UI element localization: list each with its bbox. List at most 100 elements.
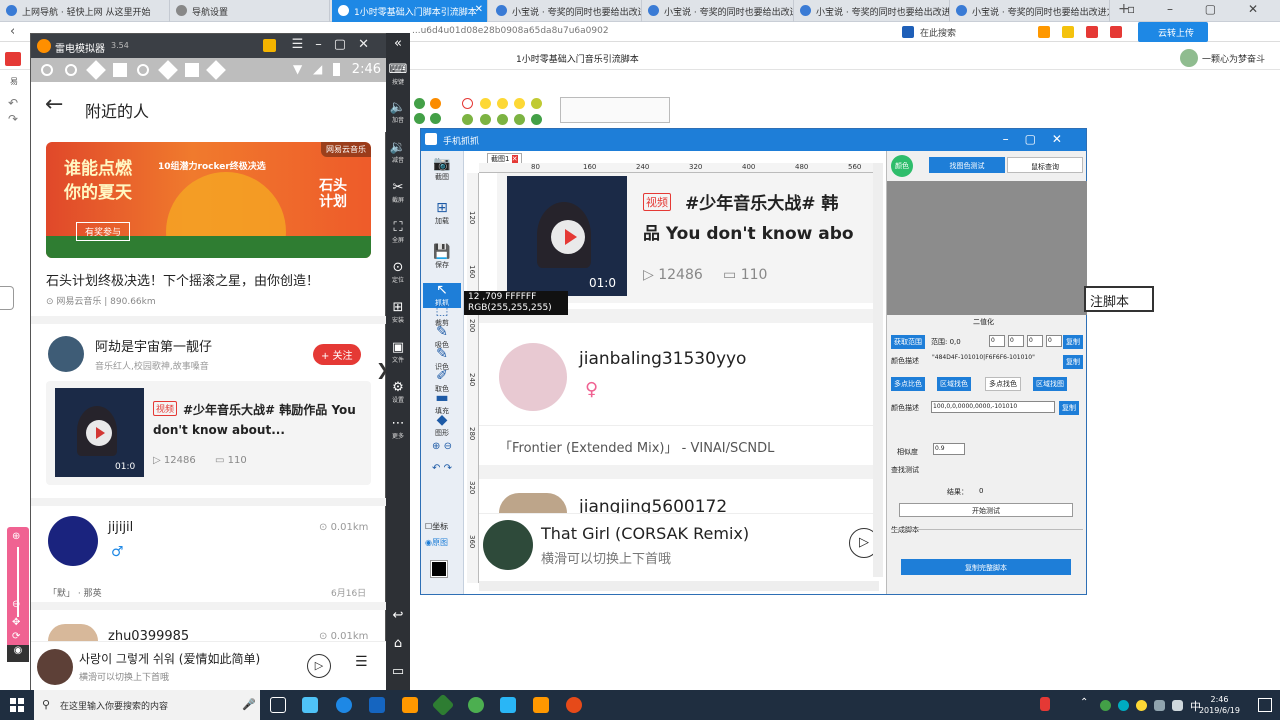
copy-button[interactable]: 复制 bbox=[1063, 355, 1083, 369]
color-desc-input[interactable]: 100,0,0,0000,0000,-101010 bbox=[931, 401, 1055, 413]
check-icon[interactable] bbox=[531, 114, 542, 125]
get-range-button[interactable]: 获取范围 bbox=[891, 335, 925, 349]
range-input[interactable]: 0 bbox=[989, 335, 1005, 347]
debug-icon[interactable] bbox=[430, 113, 441, 124]
run-icon[interactable] bbox=[414, 113, 425, 124]
browser-tab[interactable]: 导航设置 bbox=[170, 0, 330, 22]
avatar[interactable] bbox=[48, 624, 98, 641]
video-title[interactable]: #少年音乐大战# 韩励作品 You don't know about... bbox=[153, 400, 363, 440]
apps-grid-icon[interactable] bbox=[5, 52, 21, 66]
tray-up-arrow-icon[interactable]: ⌃ bbox=[1080, 697, 1088, 708]
cloud-upload-button[interactable]: 云转上传 bbox=[1138, 22, 1208, 42]
captured-screenshot[interactable]: 01:0 视频 #少年音乐大战# 韩 品 You don't know abo … bbox=[479, 173, 875, 581]
browser-tab[interactable]: 上网导航 · 轻快上网 从这里开始 bbox=[0, 0, 170, 22]
search-box[interactable]: 在此搜索 bbox=[920, 26, 956, 39]
emulator-icon[interactable] bbox=[533, 697, 549, 713]
load-icon[interactable]: ⊞ 加载 bbox=[423, 201, 461, 226]
android-home-icon[interactable]: ⌂ bbox=[386, 637, 410, 651]
toggle-icon[interactable] bbox=[514, 114, 525, 125]
user-name[interactable]: 阿劫是宇宙第一靓仔 bbox=[95, 336, 212, 355]
extension-icon[interactable] bbox=[1062, 26, 1074, 38]
tab-area-find-image[interactable]: 区域找图 bbox=[1033, 377, 1067, 391]
install-icon[interactable]: ⊞ 安装 bbox=[386, 301, 410, 325]
extension-icon[interactable] bbox=[1086, 26, 1098, 38]
android-back-icon[interactable]: ↩ bbox=[386, 609, 410, 623]
stop-icon[interactable] bbox=[430, 98, 441, 109]
browser-icon[interactable] bbox=[369, 697, 385, 713]
tab-find-color-test[interactable]: 找图色测试 bbox=[929, 157, 1005, 173]
window-controls[interactable]: –▢✕ bbox=[1003, 132, 1078, 146]
toggle-icon[interactable] bbox=[462, 114, 473, 125]
album-art[interactable] bbox=[37, 649, 73, 685]
tab-multipoint-compare[interactable]: 多点比色 bbox=[891, 377, 925, 391]
gift-icon[interactable] bbox=[263, 39, 276, 52]
collapse-icon[interactable]: « bbox=[386, 37, 410, 51]
app-icon[interactable] bbox=[302, 697, 318, 713]
zoom-icons[interactable]: ⊕ ⊖ bbox=[423, 441, 461, 452]
tab-mouse-query[interactable]: 鼠标查询 bbox=[1007, 157, 1083, 173]
gear-icon[interactable]: ⚙ 设置 bbox=[386, 381, 410, 405]
volume-icon[interactable] bbox=[1172, 700, 1183, 711]
tray-icon[interactable] bbox=[1118, 700, 1129, 711]
taskbar-search[interactable]: ⚲ 在这里输入你要搜索的内容 🎤 bbox=[34, 690, 260, 720]
script-node[interactable]: 注脚本 bbox=[1084, 286, 1154, 312]
play-icon[interactable] bbox=[86, 420, 112, 446]
tab-area-find-color[interactable]: 区域找色 bbox=[937, 377, 971, 391]
copy-button[interactable]: 复制 bbox=[1063, 335, 1083, 349]
wechat-icon[interactable] bbox=[468, 697, 484, 713]
user-song[interactable]: 「默」 · 那英 bbox=[48, 586, 102, 599]
emoji-icon[interactable] bbox=[531, 98, 542, 109]
promo-banner[interactable]: 谁能点燃 你的夏天 10组潜力rocker终极决选 网易云音乐 有奖参与 石头计… bbox=[46, 142, 371, 258]
range-input[interactable]: 0 bbox=[1027, 335, 1043, 347]
zoom-out-icon[interactable]: ⊖ bbox=[12, 599, 20, 610]
app-icon[interactable] bbox=[566, 697, 582, 713]
volume-up-icon[interactable]: 🔈 加音 bbox=[386, 101, 410, 125]
emulator-window-controls[interactable]: ☰–▢✕ bbox=[292, 37, 381, 52]
collapse-handle[interactable] bbox=[0, 286, 14, 310]
undo-icon[interactable]: ↶ bbox=[8, 96, 18, 110]
zoom-slider[interactable]: ⊕ ⊖ ✥ ⟳ ◉ bbox=[7, 527, 29, 662]
original-radio[interactable]: ◉原图 bbox=[425, 537, 448, 548]
zoom-in-icon[interactable]: ⊕ bbox=[12, 531, 20, 542]
tab-multipoint-find[interactable]: 多点找色 bbox=[985, 377, 1021, 391]
redo-icon[interactable]: ↷ bbox=[8, 112, 18, 126]
play-icon[interactable]: ▷ bbox=[307, 654, 331, 678]
user-name[interactable]: jijijil bbox=[108, 520, 133, 535]
task-view-icon[interactable] bbox=[270, 697, 286, 713]
clock[interactable]: 2:46 2019/6/19 bbox=[1199, 694, 1240, 716]
follow-button[interactable]: + 关注 bbox=[313, 344, 361, 365]
new-badge-icon[interactable] bbox=[1110, 26, 1122, 38]
eye-icon[interactable]: ◉ bbox=[7, 645, 29, 662]
copy-button[interactable]: 复制 bbox=[1059, 401, 1079, 415]
browser-tab[interactable]: 小宝说 · 夸奖的同时也要给出改进方向 bbox=[642, 0, 794, 22]
toggle-icon[interactable] bbox=[497, 114, 508, 125]
toggle-icon[interactable] bbox=[480, 114, 491, 125]
move-icon[interactable]: ✥ bbox=[12, 617, 20, 628]
keyboard-icon[interactable]: ⌨ 按键 bbox=[386, 63, 410, 87]
user-menu[interactable]: 一颗心为梦奋斗 bbox=[1178, 49, 1278, 67]
folder-icon[interactable]: ▣ 文件 bbox=[386, 341, 410, 365]
save-icon[interactable]: 💾 保存 bbox=[423, 245, 461, 270]
close-icon[interactable] bbox=[462, 98, 473, 109]
more-icon[interactable]: ⋯ 更多 bbox=[386, 417, 410, 441]
browser-tab[interactable]: 小宝说 · 夸奖的同时也要给出改进方向 bbox=[490, 0, 642, 22]
app-icon[interactable] bbox=[402, 697, 418, 713]
android-recents-icon[interactable]: ▭ bbox=[386, 665, 410, 679]
network-icon[interactable] bbox=[1154, 700, 1165, 711]
avatar[interactable] bbox=[48, 516, 98, 566]
video-thumbnail[interactable]: 01:0 bbox=[55, 388, 144, 477]
vertical-scrollbar[interactable] bbox=[873, 163, 883, 577]
rotate-icon[interactable]: ⟳ bbox=[12, 631, 20, 642]
post-title[interactable]: 石头计划终极决选！下个摇滚之星，由你创造！ bbox=[46, 270, 319, 289]
avatar[interactable] bbox=[48, 336, 84, 372]
url-text[interactable]: ...u6d4u01d08e28b0908a65da8u7u6a0902 bbox=[412, 26, 609, 36]
browser-tab[interactable]: 小宝说 · 夸奖的同时也要给出改进方向 bbox=[794, 0, 950, 22]
windows-start-icon[interactable] bbox=[10, 698, 24, 712]
app-icon[interactable] bbox=[431, 693, 455, 717]
emoji-icon[interactable] bbox=[514, 98, 525, 109]
similarity-input[interactable]: 0.9 bbox=[933, 443, 965, 455]
edge-icon[interactable] bbox=[336, 697, 352, 713]
tray-icon[interactable] bbox=[1100, 700, 1111, 711]
user-name[interactable]: zhu0399985 bbox=[108, 629, 189, 641]
run-icon[interactable] bbox=[414, 98, 425, 109]
